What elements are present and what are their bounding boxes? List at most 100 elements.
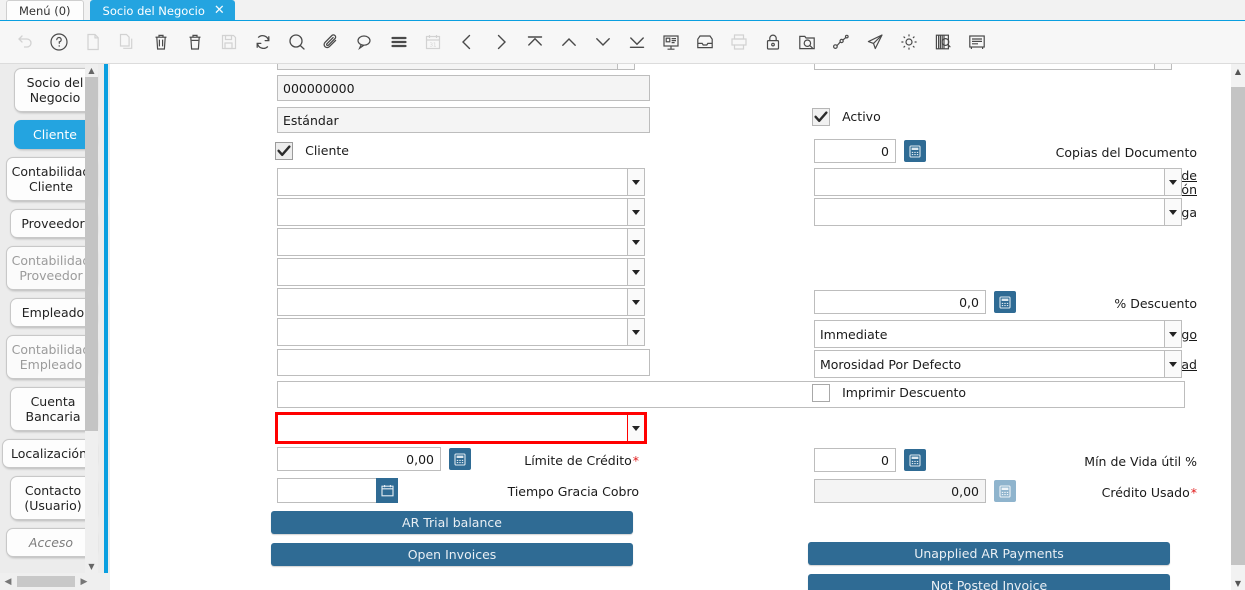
search-icon[interactable] — [280, 25, 314, 59]
not-posted-invoice-button[interactable]: Not Posted Invoice — [808, 574, 1170, 590]
sidebar-item-3[interactable]: Proveedor — [10, 209, 96, 238]
settings-icon[interactable] — [892, 25, 926, 59]
sidebar-scroll-thumb[interactable] — [85, 77, 98, 431]
agente-comercial-dropdown-arrow-icon[interactable] — [627, 318, 645, 346]
refresh-icon[interactable] — [246, 25, 280, 59]
via-entrega-combo[interactable] — [814, 198, 1182, 226]
organizacion-dropdown-arrow-icon[interactable] — [1154, 64, 1172, 70]
lista-precios-input[interactable] — [277, 228, 627, 256]
codigo-input[interactable] — [277, 75, 650, 101]
via-entrega-dropdown-arrow-icon[interactable] — [1164, 198, 1182, 226]
scroll-up-arrow-icon[interactable]: ▲ — [85, 64, 98, 77]
sidebar-item-5[interactable]: Empleado — [10, 298, 96, 327]
regla-facturacion-input[interactable] — [277, 168, 627, 196]
menu-lines-icon[interactable] — [382, 25, 416, 59]
down-icon[interactable] — [586, 25, 620, 59]
credito-usado-input[interactable] — [814, 479, 986, 503]
nombre-input[interactable] — [277, 107, 650, 133]
limite-credito-calculator-button[interactable] — [449, 448, 471, 470]
activo-checkbox[interactable] — [812, 108, 830, 126]
agente-comercial-input[interactable] — [277, 318, 627, 346]
credito-usado-calculator-button[interactable] — [994, 480, 1016, 502]
last-record-icon[interactable] — [620, 25, 654, 59]
delete-all-icon[interactable] — [178, 25, 212, 59]
lista-precios-combo[interactable] — [277, 228, 645, 256]
sidebar-item-7[interactable]: Cuenta Bancaria — [10, 387, 96, 431]
zoom-across-icon[interactable] — [790, 25, 824, 59]
organizacion-input[interactable] — [814, 64, 1154, 70]
regla-facturacion-combo[interactable] — [277, 168, 645, 196]
sidebar-vertical-scrollbar[interactable]: ▲ ▼ — [85, 64, 98, 573]
close-icon[interactable]: ✕ — [211, 4, 228, 17]
formato-impresion-input[interactable] — [277, 414, 627, 442]
sidebar-item-9[interactable]: Contacto (Usuario) — [10, 476, 96, 520]
calendar-icon[interactable]: 31 — [416, 25, 450, 59]
tiempo-gracia-input[interactable] — [277, 478, 376, 503]
copias-documento-input[interactable] — [814, 139, 896, 163]
chat-icon[interactable] — [348, 25, 382, 59]
copy-record-icon[interactable] — [110, 25, 144, 59]
termino-pago-input[interactable] — [814, 320, 1164, 348]
prev-icon[interactable] — [450, 25, 484, 59]
formato-impresion-combo[interactable] — [277, 414, 645, 442]
sidebar-item-2[interactable]: Contabilidad Cliente — [6, 157, 96, 201]
imprimir-descuento-checkbox[interactable] — [812, 384, 830, 402]
tiempo-gracia-calendar-button[interactable] — [376, 478, 398, 503]
attachment-icon[interactable] — [314, 25, 348, 59]
termino-pago-combo[interactable] — [814, 320, 1182, 348]
morosidad-combo[interactable] — [814, 350, 1182, 378]
sidebar-item-10[interactable]: Acceso — [6, 528, 96, 557]
compania-dropdown-arrow-icon[interactable] — [617, 64, 635, 70]
main-vertical-scrollbar[interactable]: ▲ ▼ — [1231, 64, 1245, 590]
morosidad-dropdown-arrow-icon[interactable] — [1164, 350, 1182, 378]
esq-list-precios-combo[interactable] — [277, 258, 645, 286]
archive-icon[interactable] — [688, 25, 722, 59]
main-scroll-thumb[interactable] — [1231, 87, 1245, 565]
undo-icon[interactable] — [8, 25, 42, 59]
termino-pago-dropdown-arrow-icon[interactable] — [1164, 320, 1182, 348]
programa-facturacion-combo[interactable] — [814, 168, 1182, 196]
compania-combo[interactable] — [277, 64, 635, 70]
min-vida-util-calculator-button[interactable] — [904, 449, 926, 471]
sidebar-item-0[interactable]: Socio del Negocio — [14, 68, 96, 112]
regla-pago-dropdown-arrow-icon[interactable] — [627, 288, 645, 316]
esq-list-precios-input[interactable] — [277, 258, 627, 286]
unapplied-ar-payments-button[interactable]: Unapplied AR Payments — [808, 542, 1170, 565]
limite-credito-input[interactable] — [277, 447, 441, 471]
first-record-icon[interactable] — [518, 25, 552, 59]
sidebar-horizontal-scrollbar[interactable]: ◀ ▶ — [0, 573, 110, 590]
cliente-checkbox[interactable] — [275, 142, 293, 160]
programa-facturacion-dropdown-arrow-icon[interactable] — [1164, 168, 1182, 196]
formato-impresion-dropdown-arrow-icon[interactable] — [627, 414, 645, 442]
morosidad-input[interactable] — [814, 350, 1164, 378]
min-vida-util-input[interactable] — [814, 448, 896, 472]
organizacion-combo[interactable] — [814, 64, 1172, 70]
save-icon[interactable] — [212, 25, 246, 59]
agente-comercial-combo[interactable] — [277, 318, 645, 346]
delete-icon[interactable] — [144, 25, 178, 59]
up-icon[interactable] — [552, 25, 586, 59]
compania-input[interactable] — [277, 64, 617, 70]
open-invoices-button[interactable]: Open Invoices — [271, 543, 633, 566]
tab-socio-del-negocio[interactable]: Socio del Negocio ✕ — [90, 0, 235, 20]
regla-pago-input[interactable] — [277, 288, 627, 316]
send-icon[interactable] — [858, 25, 892, 59]
referencia-orden-input[interactable] — [277, 349, 650, 376]
copias-documento-calculator-button[interactable] — [904, 140, 926, 162]
print-icon[interactable] — [722, 25, 756, 59]
descuento-input[interactable] — [814, 290, 986, 314]
next-icon[interactable] — [484, 25, 518, 59]
scroll-down-arrow-icon[interactable]: ▼ — [85, 560, 98, 573]
scroll-left-arrow-icon[interactable]: ◀ — [0, 574, 16, 589]
new-record-icon[interactable] — [76, 25, 110, 59]
record-info-icon[interactable] — [960, 25, 994, 59]
history-icon[interactable] — [926, 25, 960, 59]
regla-facturacion-dropdown-arrow-icon[interactable] — [627, 168, 645, 196]
regla-entrega-input[interactable] — [277, 198, 627, 226]
ar-trial-balance-button[interactable]: AR Trial balance — [271, 511, 633, 534]
main-scroll-up-arrow-icon[interactable]: ▲ — [1231, 64, 1245, 78]
lista-precios-dropdown-arrow-icon[interactable] — [627, 228, 645, 256]
sidebar-item-8[interactable]: Localización — [2, 439, 96, 468]
sidebar-hscroll-thumb[interactable] — [17, 576, 75, 587]
report-icon[interactable] — [654, 25, 688, 59]
